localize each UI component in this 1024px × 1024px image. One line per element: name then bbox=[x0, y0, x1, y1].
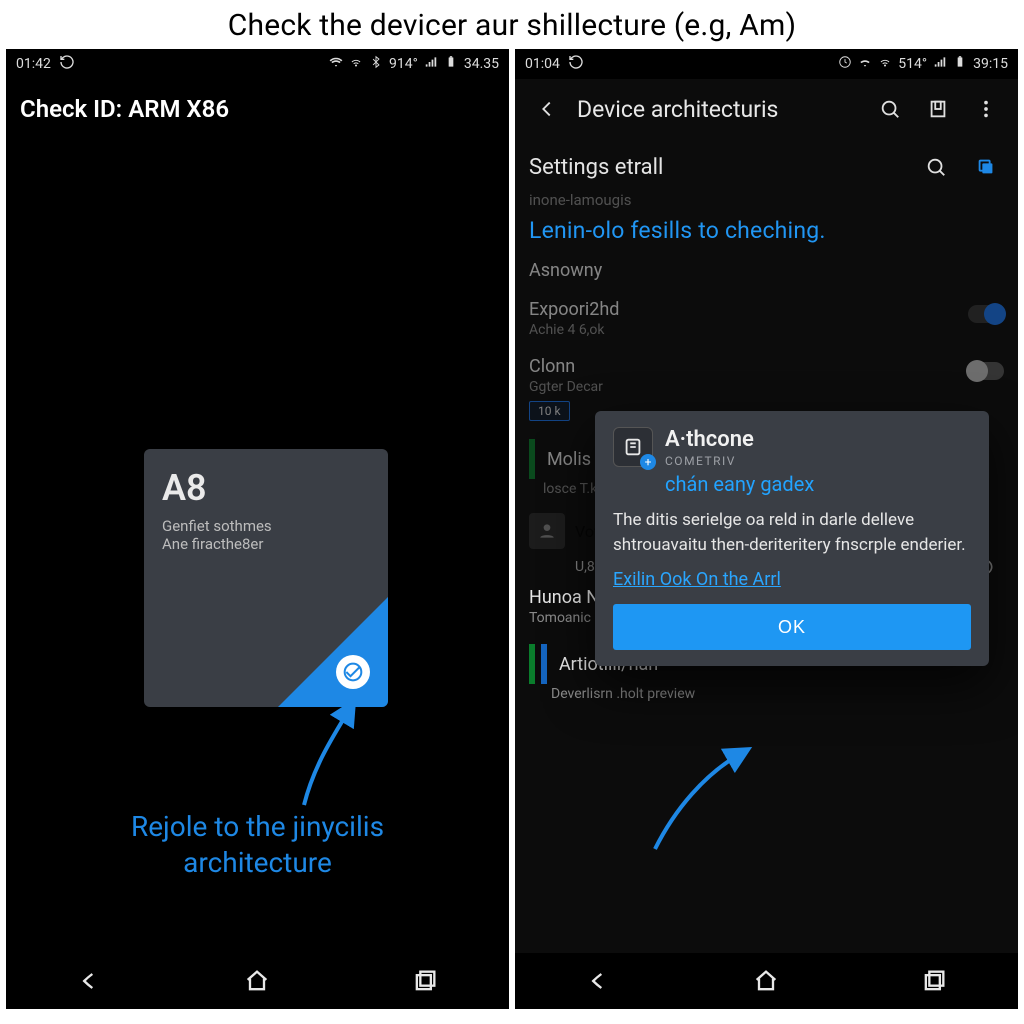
arrow-to-ok bbox=[645, 749, 755, 863]
wifi2-icon bbox=[878, 55, 892, 73]
appbar-title: Device architecturis bbox=[577, 96, 778, 123]
status-time: 01:04 bbox=[525, 56, 560, 72]
cpu-line1: Genfiet sothmes bbox=[162, 517, 370, 535]
setting-desc: Ggter Decar bbox=[529, 379, 1004, 395]
ok-button[interactable]: OK bbox=[613, 604, 971, 650]
clock-icon bbox=[838, 55, 852, 73]
nav-bar bbox=[6, 953, 509, 1009]
temp: 514° bbox=[898, 56, 927, 72]
callout-text: Rejole to the jinycilis architecture bbox=[66, 809, 449, 882]
dialog-body: The ditis serielge oa reld in darle dell… bbox=[613, 508, 971, 557]
setting-chip: 10 k bbox=[529, 401, 570, 421]
nav-home-icon[interactable] bbox=[239, 963, 275, 999]
cpu-card[interactable]: A8 Genfiet sothmes Ane firacthe8er bbox=[144, 449, 388, 707]
battery-icon bbox=[444, 55, 458, 73]
plus-badge-icon: + bbox=[640, 454, 656, 470]
nav-back-icon[interactable] bbox=[72, 963, 108, 999]
status-time: 01:42 bbox=[16, 56, 51, 72]
dialog-app-icon: + bbox=[613, 427, 653, 467]
nav-recents-icon[interactable] bbox=[407, 963, 443, 999]
nav-bar bbox=[515, 953, 1018, 1009]
hint-text: inone-lamougis bbox=[515, 191, 1018, 211]
search-icon[interactable] bbox=[918, 149, 954, 185]
sub-bar: Settings etrall bbox=[515, 139, 1018, 191]
app-bar: Device architecturis bbox=[515, 79, 1018, 139]
status-bar: 01:42 914° 34.35 bbox=[6, 49, 509, 79]
search-button[interactable] bbox=[872, 91, 908, 127]
setting-desc: Achie 4 6,ok bbox=[529, 322, 1004, 338]
subbar-title: Settings etrall bbox=[529, 155, 663, 180]
refresh-icon bbox=[568, 54, 584, 74]
page-title: Check the devicer aur shillecture (e.g, … bbox=[0, 0, 1024, 49]
avatar-icon bbox=[529, 513, 565, 549]
setting-name: Asnowny bbox=[529, 260, 1004, 281]
bt-icon bbox=[369, 55, 383, 73]
toggle-switch[interactable] bbox=[968, 362, 1004, 380]
wifi-icon bbox=[329, 55, 343, 73]
setting-name: Molis bbox=[547, 449, 591, 470]
phone-right: 01:04 514° 39:15 Device architecturis Se bbox=[515, 49, 1018, 1009]
setting-expoori[interactable]: Expoori2hd Achie 4 6,ok bbox=[515, 291, 1018, 348]
bookmark-button[interactable] bbox=[920, 91, 956, 127]
cpu-code: A8 bbox=[162, 467, 370, 509]
signal-icon bbox=[933, 55, 947, 73]
nav-home-icon[interactable] bbox=[748, 963, 784, 999]
back-button[interactable] bbox=[529, 91, 565, 127]
headline-link[interactable]: Lenin-olo fesills to cheching. bbox=[515, 211, 1018, 252]
appbar-title: Check ID: ARM X86 bbox=[20, 95, 229, 123]
nav-back-icon[interactable] bbox=[581, 963, 617, 999]
dialog-subtitle: chán eany gadex bbox=[665, 472, 814, 496]
dialog-eyebrow: COMETRIV bbox=[665, 454, 814, 468]
overflow-menu[interactable] bbox=[968, 91, 1004, 127]
arrow-to-card bbox=[294, 705, 364, 819]
accent-bar bbox=[541, 644, 547, 684]
copy-icon[interactable] bbox=[968, 149, 1004, 185]
accent-bar bbox=[529, 439, 535, 479]
battery-pct: 34.35 bbox=[464, 56, 499, 72]
signal-icon bbox=[424, 55, 438, 73]
setting-name: Expoori2hd bbox=[529, 299, 1004, 320]
dialog-title: A·thcone bbox=[665, 427, 814, 452]
nav-recents-icon[interactable] bbox=[916, 963, 952, 999]
setting-name: Clonn bbox=[529, 356, 1004, 377]
cpu-line2: Ane firacthe8er bbox=[162, 535, 370, 553]
setting-asnowny[interactable]: Asnowny bbox=[515, 252, 1018, 291]
wifi-icon bbox=[858, 55, 872, 73]
refresh-icon bbox=[59, 54, 75, 74]
setting-desc: Deverlisrn .holt preview bbox=[551, 686, 1004, 702]
card-corner bbox=[278, 597, 388, 707]
toggle-switch[interactable] bbox=[968, 305, 1004, 323]
wifi2-icon bbox=[349, 55, 363, 73]
temp: 914° bbox=[389, 56, 418, 72]
battery-pct: 39:15 bbox=[973, 56, 1008, 72]
battery-icon bbox=[953, 55, 967, 73]
status-bar: 01:04 514° 39:15 bbox=[515, 49, 1018, 79]
card-badge-icon[interactable] bbox=[336, 655, 370, 689]
dialog-link[interactable]: Exilin Ook On the Arrl bbox=[613, 569, 781, 590]
app-bar: Check ID: ARM X86 bbox=[6, 79, 509, 139]
dialog: + A·thcone COMETRIV chán eany gadex The … bbox=[595, 411, 989, 666]
phone-left: 01:42 914° 34.35 Check ID: ARM X86 A8 Ge… bbox=[6, 49, 509, 1009]
accent-bar bbox=[529, 644, 535, 684]
